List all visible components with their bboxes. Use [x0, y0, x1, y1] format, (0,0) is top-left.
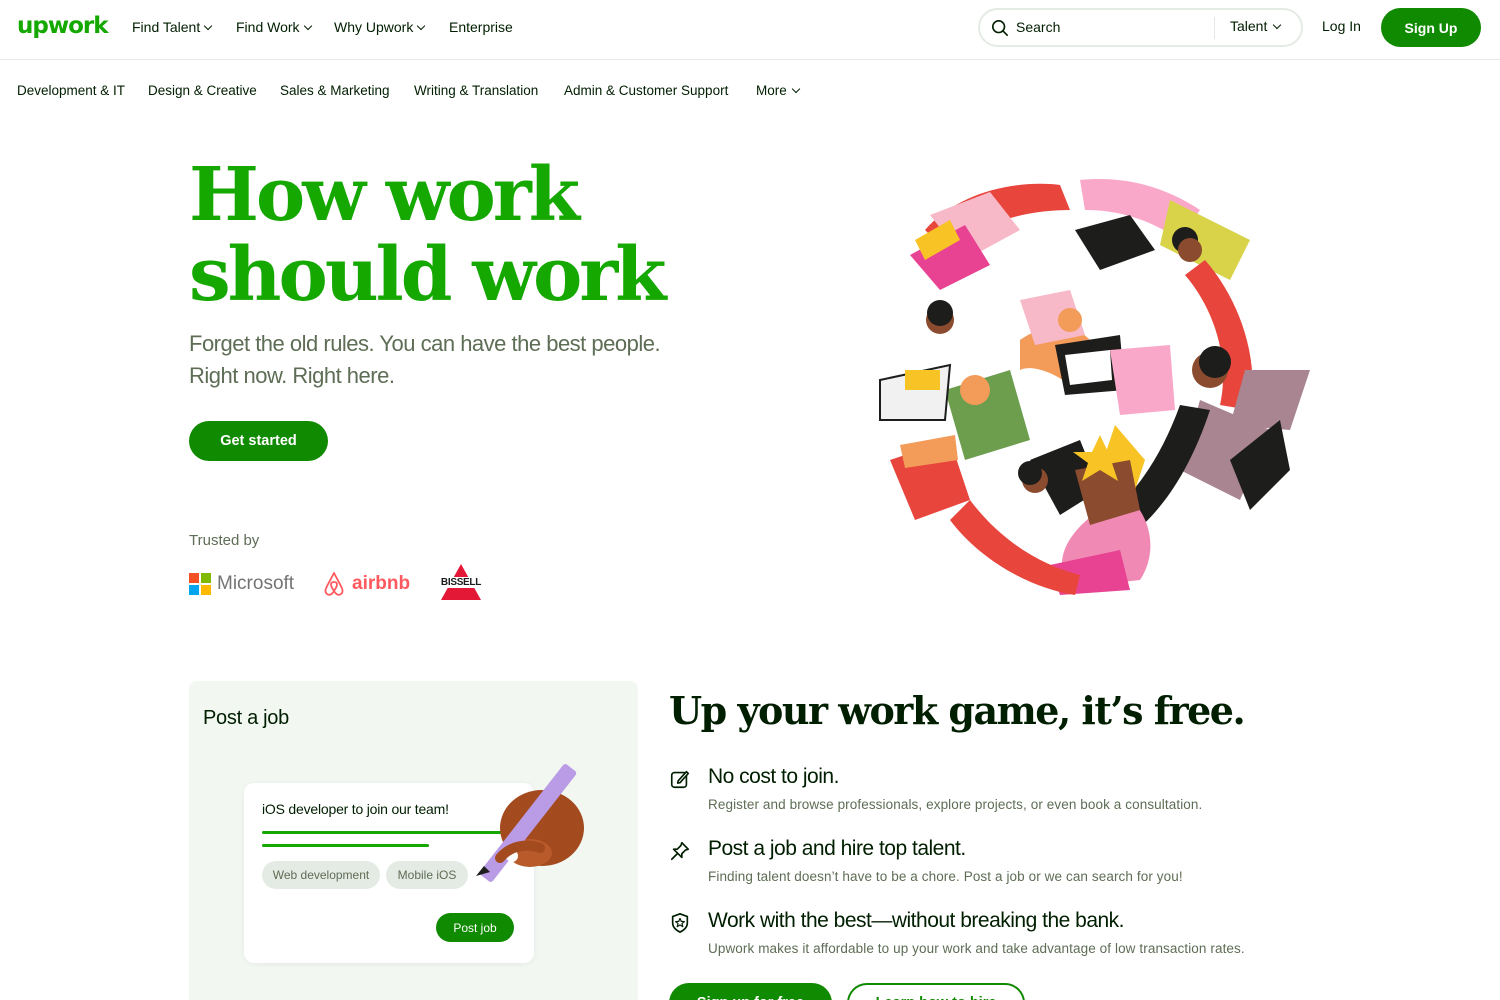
- nav-item-label: Enterprise: [449, 19, 513, 35]
- chevron-down-icon: [303, 21, 312, 30]
- airbnb-wordmark: airbnb: [352, 573, 411, 594]
- category-label: More: [756, 83, 787, 98]
- feature-heading: Post a job and hire top talent.: [708, 837, 966, 860]
- category-label: Design & Creative: [148, 83, 257, 98]
- pin-icon: [670, 841, 690, 861]
- category-development-it[interactable]: Development & IT: [17, 83, 125, 98]
- category-design-creative[interactable]: Design & Creative: [148, 83, 257, 98]
- get-started-button[interactable]: Get started: [189, 421, 328, 461]
- feature-description: Register and browse professionals, explo…: [708, 797, 1203, 812]
- category-label: Admin & Customer Support: [564, 83, 729, 98]
- login-link[interactable]: Log In: [1322, 18, 1361, 34]
- airbnb-logo: airbnb: [322, 569, 410, 599]
- features-title: Up your work game, it’s free.: [669, 688, 1246, 733]
- hero-title-line: How work: [189, 152, 580, 238]
- hero-title-line: should work: [189, 232, 667, 318]
- bissell-logo: BISSELL: [433, 564, 489, 600]
- top-navigation: upwork Find Talent Find Work Why Upwork …: [0, 0, 1500, 60]
- chevron-down-icon: [203, 21, 213, 30]
- feature-description: Upwork makes it affordable to up your wo…: [708, 941, 1245, 956]
- nav-find-work[interactable]: Find Work: [236, 18, 312, 36]
- hero-title: How work should work: [189, 155, 749, 315]
- nav-item-label: Find Talent: [132, 19, 201, 35]
- category-label: Writing & Translation: [414, 83, 539, 98]
- hand-pencil-illustration: [476, 764, 584, 882]
- microsoft-wordmark: Microsoft: [217, 573, 295, 594]
- chevron-down-icon: [791, 84, 801, 94]
- hero-illustration: [879, 175, 1310, 595]
- category-sales-marketing[interactable]: Sales & Marketing: [280, 83, 390, 98]
- shield-star-icon: [671, 913, 689, 933]
- microsoft-logo: Microsoft: [189, 569, 294, 599]
- microsoft-logo-icon: [189, 573, 211, 595]
- airbnb-belo-icon: [324, 572, 344, 596]
- nav-item-label: Find Work: [236, 19, 300, 35]
- bissell-wordmark: BISSELL: [433, 577, 489, 588]
- hero-subtitle: Forget the old rules. You can have the b…: [189, 328, 749, 392]
- search-bar: Talent: [978, 8, 1303, 47]
- post-job-button[interactable]: Post job: [436, 913, 514, 942]
- nav-why-upwork[interactable]: Why Upwork: [334, 18, 426, 36]
- category-admin-support[interactable]: Admin & Customer Support: [564, 83, 728, 98]
- category-more[interactable]: More: [756, 83, 801, 98]
- sign-up-free-button[interactable]: Sign up for free: [669, 983, 832, 1000]
- category-writing-translation[interactable]: Writing & Translation: [414, 83, 538, 98]
- nav-find-talent[interactable]: Find Talent: [132, 18, 213, 36]
- category-label: Development & IT: [17, 83, 126, 98]
- signup-button[interactable]: Sign Up: [1381, 8, 1481, 47]
- progress-line: [262, 844, 429, 847]
- nav-enterprise[interactable]: Enterprise: [449, 18, 513, 36]
- search-scope-dropdown[interactable]: Talent: [1230, 18, 1282, 34]
- hero-subtitle-line: Right now. Right here.: [189, 363, 395, 388]
- upwork-logo[interactable]: upwork: [17, 13, 109, 39]
- feature-description: Finding talent doesn’t have to be a chor…: [708, 869, 1183, 884]
- hero-subtitle-line: Forget the old rules. You can have the b…: [189, 331, 661, 356]
- job-preview-title: iOS developer to join our team!: [262, 801, 449, 817]
- skill-chip[interactable]: Web development: [262, 861, 380, 889]
- category-label: Sales & Marketing: [280, 83, 390, 98]
- post-job-card-title: Post a job: [203, 707, 289, 729]
- chevron-down-icon: [1273, 20, 1282, 29]
- trusted-by-label: Trusted by: [189, 532, 260, 549]
- chevron-down-icon: [417, 21, 426, 30]
- skill-chip[interactable]: Mobile iOS: [386, 861, 468, 889]
- feature-heading: No cost to join.: [708, 765, 839, 788]
- learn-how-to-hire-button[interactable]: Learn how to hire: [847, 983, 1025, 1000]
- search-divider: [1214, 17, 1215, 39]
- search-icon[interactable]: [991, 19, 1009, 37]
- nav-item-label: Why Upwork: [334, 19, 414, 35]
- search-input[interactable]: [1016, 19, 1186, 35]
- edit-icon: [670, 770, 690, 789]
- search-scope-label: Talent: [1230, 18, 1268, 34]
- feature-heading: Work with the best—without breaking the …: [708, 909, 1125, 932]
